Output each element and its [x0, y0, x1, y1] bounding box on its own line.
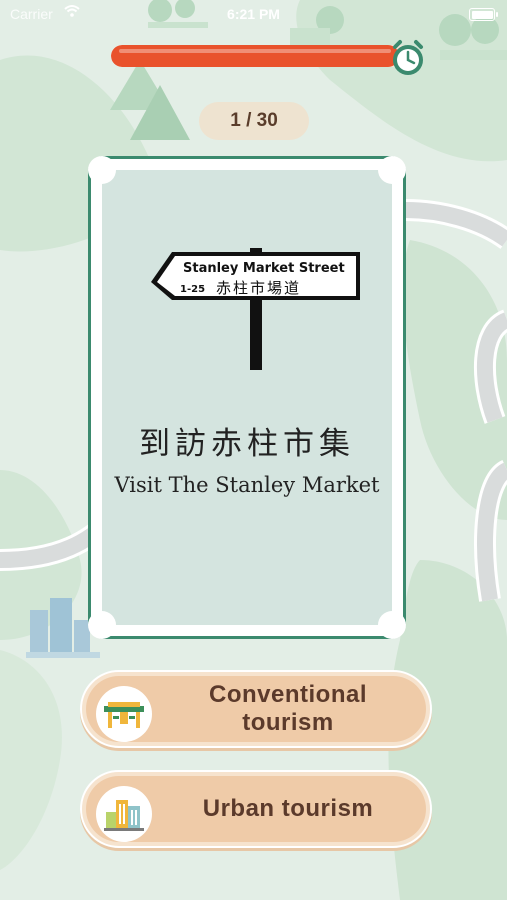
choice-label: Urban tourism — [202, 795, 374, 822]
card-title-chinese: 到訪赤柱市集 — [139, 426, 355, 462]
sign-street-cn: 赤柱市場道 — [216, 279, 301, 297]
sign-street-en: Stanley Market Street — [183, 261, 345, 276]
status-bar: Carrier 6:21 PM — [0, 0, 507, 28]
choice-label: Conventional tourism — [208, 681, 367, 736]
timer-bar — [111, 45, 411, 67]
card-corner-decoration — [378, 611, 406, 639]
sign-numbers: 1-25 — [180, 284, 205, 295]
status-time: 6:21 PM — [227, 6, 280, 22]
button-face: Conventional tourism — [86, 676, 426, 742]
card-title-english: Visit The Stanley Market — [114, 473, 380, 497]
card-corner-decoration — [88, 611, 116, 639]
card-corner-decoration — [378, 156, 406, 184]
city-buildings-icon — [96, 786, 152, 842]
street-sign-image: Stanley Market Street 1-25 赤柱市場道 — [151, 248, 360, 370]
question-counter: 1 / 30 — [199, 102, 309, 140]
card-corner-decoration — [88, 156, 116, 184]
card-face: Stanley Market Street 1-25 赤柱市場道 到訪赤柱市集 … — [88, 156, 406, 639]
button-face: Urban tourism — [86, 776, 426, 842]
question-card: Stanley Market Street 1-25 赤柱市場道 到訪赤柱市集 … — [88, 156, 406, 639]
urban-tourism-button[interactable]: Urban tourism — [80, 770, 432, 848]
timer-fill — [111, 45, 399, 67]
conventional-tourism-button[interactable]: Conventional tourism — [80, 670, 432, 748]
battery-icon — [469, 8, 498, 21]
alarm-clock-icon — [393, 40, 423, 75]
gateway-arch-icon — [96, 686, 152, 742]
